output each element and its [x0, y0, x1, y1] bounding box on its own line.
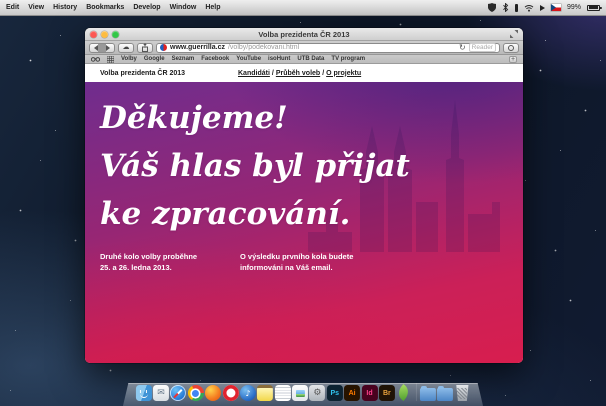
url-domain: www.guerrilla.cz: [170, 44, 225, 51]
forward-button[interactable]: [106, 45, 114, 51]
menu-view[interactable]: View: [28, 4, 44, 11]
reader-button[interactable]: Reader: [469, 43, 496, 52]
preview-icon[interactable]: [292, 385, 308, 401]
coda-leaf-icon[interactable]: [396, 385, 412, 401]
footer-columns: Druhé kolo volby proběhne 25. a 26. ledn…: [100, 252, 508, 273]
page-nav: Kandidáti/Průběh voleb/O projektu: [238, 70, 361, 77]
bookmark-seznam[interactable]: Seznam: [172, 56, 195, 62]
bookmarks-bar: Volby Google Seznam Facebook YouTube iso…: [85, 55, 523, 64]
textedit-icon[interactable]: [275, 385, 291, 401]
bookmark-google[interactable]: Google: [144, 56, 165, 62]
window-title: Volba prezidenta ČR 2013: [85, 30, 523, 39]
window-title-bar[interactable]: Volba prezidenta ČR 2013: [85, 28, 523, 41]
address-bar[interactable]: www.guerrilla.cz /volby/podekovani.html …: [156, 43, 500, 53]
share-icon: [141, 43, 149, 52]
shield-icon[interactable]: [488, 3, 496, 12]
page-content: Děkujeme! Váš hlas byl přijat ke zpracov…: [85, 82, 523, 363]
volume-icon[interactable]: [540, 5, 545, 11]
bookmark-tv-program[interactable]: TV program: [331, 56, 365, 62]
trash-icon[interactable]: [454, 385, 470, 401]
photoshop-icon[interactable]: Ps: [327, 385, 343, 401]
url-path: /volby/podekovani.html: [228, 44, 456, 51]
menu-develop[interactable]: Develop: [133, 4, 160, 11]
cloud-icon: ☁: [123, 44, 130, 51]
gear-icon: ⚙: [313, 388, 321, 398]
applications-folder-icon[interactable]: [420, 388, 436, 401]
bookmark-isohunt[interactable]: isoHunt: [268, 56, 290, 62]
illustrator-icon[interactable]: Ai: [344, 385, 360, 401]
battery-percent: 99%: [567, 4, 581, 11]
heading-line-1: Děkujeme!: [100, 94, 410, 142]
back-icon: [90, 45, 98, 51]
firefox-icon[interactable]: [205, 385, 221, 401]
czech-flag-icon[interactable]: [551, 4, 561, 11]
ps-label: Ps: [330, 390, 339, 397]
circle-icon: [508, 45, 514, 51]
site-favicon-icon: [160, 44, 167, 51]
top-sites-grid-icon[interactable]: [107, 56, 114, 63]
system-preferences-icon[interactable]: ⚙: [309, 385, 325, 401]
back-button[interactable]: [90, 45, 98, 51]
opera-icon[interactable]: [223, 385, 239, 401]
dock-divider: [415, 383, 416, 401]
display-icon[interactable]: [515, 4, 518, 12]
fullscreen-icon[interactable]: [509, 30, 518, 39]
mail-icon[interactable]: ✉: [153, 385, 169, 401]
envelope-glyph: ✉: [157, 388, 165, 398]
reading-list-icon[interactable]: [91, 56, 100, 62]
chrome-icon[interactable]: [188, 385, 204, 401]
nav-link-o-projektu[interactable]: O projektu: [326, 70, 361, 77]
downloads-folder-icon[interactable]: [437, 388, 453, 401]
menu-help[interactable]: Help: [205, 4, 220, 11]
footer-column-2: O výsledku prvního kola budete informová…: [240, 252, 353, 273]
menu-history[interactable]: History: [53, 4, 77, 11]
menu-bookmarks[interactable]: Bookmarks: [86, 4, 124, 11]
finder-icon[interactable]: [136, 385, 152, 401]
wifi-icon[interactable]: [524, 4, 534, 12]
notes-icon[interactable]: [257, 385, 273, 401]
music-note-glyph: ♪: [245, 389, 250, 398]
reload-icon[interactable]: ↻: [459, 44, 466, 52]
forward-icon: [106, 45, 114, 51]
br-label: Br: [383, 390, 391, 397]
browser-window: Volba prezidenta ČR 2013 ☁ www.guerrilla…: [85, 28, 523, 363]
battery-icon[interactable]: [587, 5, 600, 11]
menu-window[interactable]: Window: [170, 4, 197, 11]
bookmark-youtube[interactable]: YouTube: [236, 56, 261, 62]
bookmark-utb-data[interactable]: UTB Data: [297, 56, 324, 62]
id-label: Id: [366, 390, 372, 397]
ai-label: Ai: [349, 390, 356, 397]
share-button[interactable]: [137, 43, 153, 53]
bookmark-volby[interactable]: Volby: [121, 56, 137, 62]
nav-link-kandidati[interactable]: Kandidáti: [238, 70, 270, 77]
icloud-tabs-button[interactable]: ☁: [118, 43, 134, 53]
history-nav-group: [89, 43, 115, 53]
safari-icon[interactable]: [170, 385, 186, 401]
bookmark-facebook[interactable]: Facebook: [201, 56, 229, 62]
menu-edit[interactable]: Edit: [6, 4, 19, 11]
heading-line-2: Váš hlas byl přijat: [100, 142, 410, 190]
footer-col2-line2: informováni na Váš email.: [240, 263, 353, 274]
bluetooth-icon[interactable]: [502, 3, 509, 12]
indesign-icon[interactable]: Id: [362, 385, 378, 401]
page-header: Volba prezidenta ČR 2013 Kandidáti/Průbě…: [85, 64, 523, 82]
heading-line-3: ke zpracování.: [100, 190, 410, 238]
bridge-icon[interactable]: Br: [379, 385, 395, 401]
thank-you-heading: Děkujeme! Váš hlas byl přijat ke zpracov…: [100, 94, 410, 238]
itunes-icon[interactable]: ♪: [240, 385, 256, 401]
nav-link-prubeh-voleb[interactable]: Průběh voleb: [276, 70, 320, 77]
menu-bar: Edit View History Bookmarks Develop Wind…: [0, 0, 606, 16]
browser-toolbar: ☁ www.guerrilla.cz /volby/podekovani.htm…: [85, 41, 523, 55]
dock: ✉ ♪ ⚙ Ps Ai Id Br: [123, 380, 483, 406]
plus-icon[interactable]: +: [509, 56, 517, 63]
page-title: Volba prezidenta ČR 2013: [100, 70, 185, 77]
footer-col2-line1: O výsledku prvního kola budete: [240, 252, 353, 263]
tab-overview-button[interactable]: [503, 43, 519, 53]
